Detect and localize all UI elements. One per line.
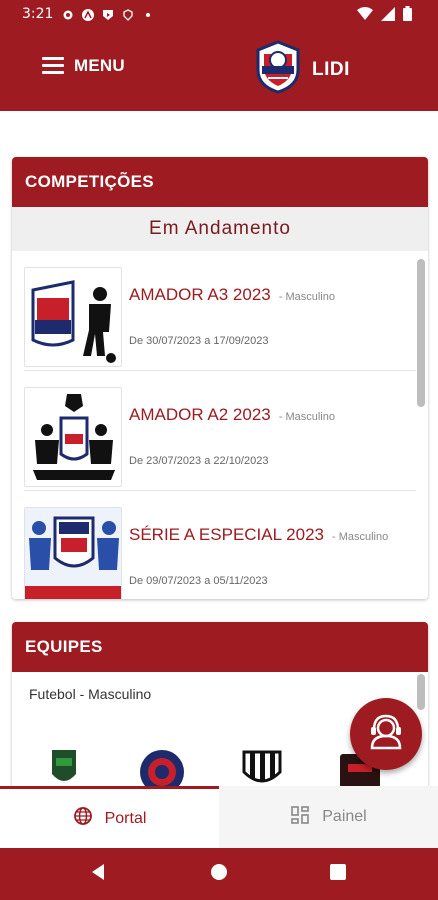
competition-logo-a2 — [24, 387, 122, 487]
competition-logo-serie-a — [24, 507, 122, 599]
play-shield-icon — [102, 8, 114, 20]
section-in-progress: Em Andamento — [12, 207, 428, 251]
headset-support-icon — [366, 712, 406, 757]
competitions-list[interactable]: AMADOR A3 2023- Masculino De 30/07/2023 … — [12, 251, 428, 599]
team-logo-icon[interactable] — [136, 744, 188, 788]
competition-item[interactable]: AMADOR A2 2023- Masculino De 23/07/2023 … — [24, 387, 416, 491]
teams-header: EQUIPES — [12, 622, 428, 672]
support-chat-button[interactable] — [350, 698, 422, 770]
back-button[interactable] — [68, 848, 128, 900]
home-button[interactable] — [189, 848, 249, 900]
competitions-scrollbar[interactable] — [417, 259, 425, 407]
competition-dates: De 09/07/2023 a 05/11/2023 — [129, 575, 268, 587]
tab-portal-label: Portal — [104, 809, 147, 827]
back-triangle-icon — [90, 863, 106, 886]
competitions-card: COMPETIÇÕES Em Andamento AMADOR A3 2023-… — [12, 157, 428, 599]
status-bar: 3:21 — [0, 0, 438, 30]
competition-dates: De 23/07/2023 a 22/10/2023 — [129, 455, 269, 467]
dashboard-icon — [290, 805, 310, 830]
menu-button[interactable]: MENU — [42, 56, 125, 76]
wifi-icon — [357, 6, 373, 26]
settings-icon — [62, 8, 74, 20]
status-notification-icons — [62, 8, 154, 21]
tab-portal[interactable]: Portal — [0, 786, 219, 848]
home-circle-icon — [210, 863, 228, 886]
battery-icon — [403, 6, 412, 26]
status-system-icons — [357, 6, 412, 26]
app-bar: MENU LIDI — [0, 30, 438, 111]
brand: LIDI — [254, 40, 350, 99]
competition-title: AMADOR A2 2023- Masculino — [129, 405, 335, 424]
hamburger-icon — [42, 57, 64, 75]
teams-scrollbar[interactable] — [417, 674, 425, 710]
globe-icon — [73, 806, 93, 831]
competition-item[interactable]: AMADOR A3 2023- Masculino De 30/07/2023 … — [24, 267, 416, 371]
app-a-icon — [82, 8, 94, 21]
signal-icon — [381, 6, 395, 26]
competition-dates: De 30/07/2023 a 17/09/2023 — [129, 335, 269, 347]
menu-label: MENU — [74, 56, 125, 75]
competition-title: AMADOR A3 2023- Masculino — [129, 285, 335, 304]
team-logo-icon[interactable] — [38, 744, 90, 788]
teams-subtitle: Futebol - Masculino — [29, 686, 152, 702]
competition-item[interactable]: SÉRIE A ESPECIAL 2023- Masculino De 09/0… — [24, 507, 416, 599]
brand-name: LIDI — [312, 58, 350, 80]
recents-button[interactable] — [308, 848, 368, 900]
bottom-tab-bar: Portal Painel — [0, 786, 438, 848]
status-time: 3:21 — [22, 6, 54, 22]
system-nav-bar — [0, 848, 438, 900]
tab-painel-label: Painel — [322, 808, 367, 825]
shield-icon — [122, 8, 134, 21]
recents-square-icon — [330, 863, 346, 885]
competitions-header: COMPETIÇÕES — [12, 157, 428, 207]
dot-icon — [142, 8, 154, 20]
competition-title: SÉRIE A ESPECIAL 2023- Masculino — [129, 525, 389, 544]
tab-painel[interactable]: Painel — [219, 786, 438, 848]
competition-logo-a3 — [24, 267, 122, 367]
lidi-logo-icon — [254, 40, 302, 99]
team-logo-icon[interactable] — [236, 744, 288, 788]
